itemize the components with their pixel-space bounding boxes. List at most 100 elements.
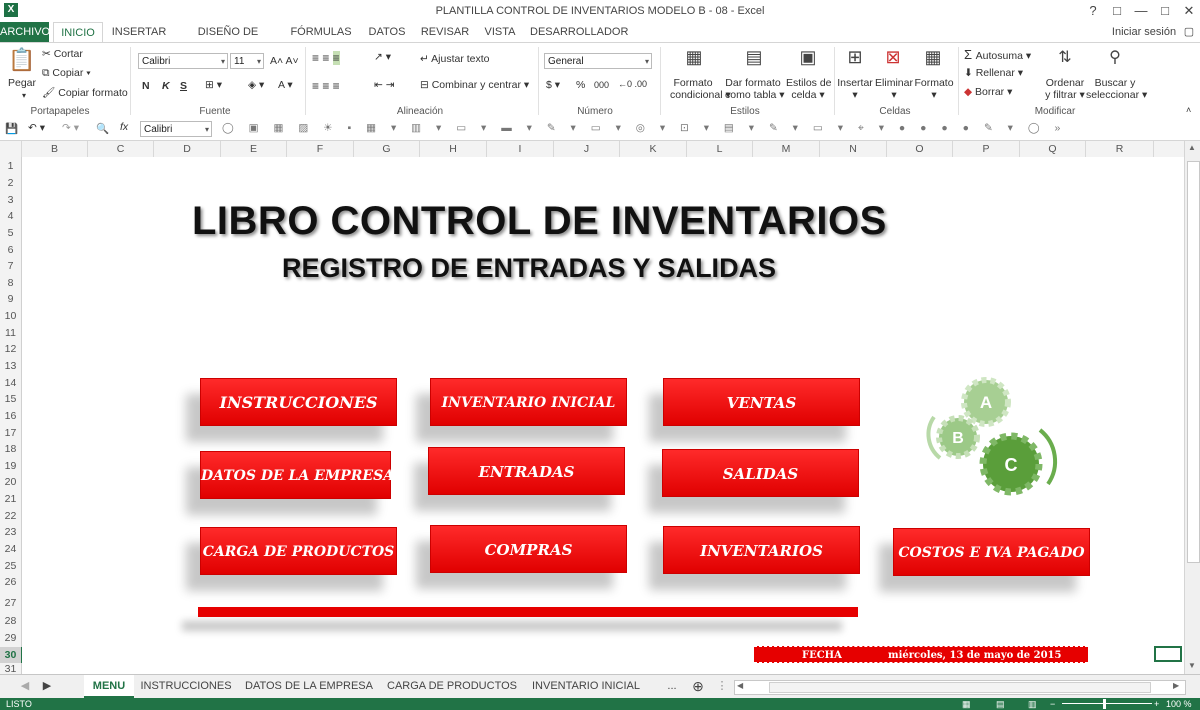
- sheet-tab-carga-productos[interactable]: CARGA DE PRODUCTOS: [384, 675, 520, 698]
- row-header[interactable]: 6: [0, 242, 21, 258]
- row-header[interactable]: 13: [0, 358, 21, 374]
- print-preview-icon[interactable]: 🔍: [96, 122, 109, 135]
- scroll-up-icon[interactable]: ▲: [1188, 143, 1196, 152]
- salidas-button[interactable]: SALIDAS: [662, 449, 859, 497]
- column-header[interactable]: L: [687, 141, 753, 157]
- maximize-button[interactable]: □: [1154, 2, 1176, 20]
- row-header-selected[interactable]: 30: [0, 647, 23, 663]
- column-header[interactable]: B: [22, 141, 88, 157]
- scrollbar-thumb[interactable]: [1187, 161, 1200, 563]
- row-header[interactable]: 15: [0, 391, 21, 407]
- format-cells-button[interactable]: Formato ▾: [914, 77, 954, 101]
- sheet-tab-instrucciones[interactable]: INSTRUCCIONES: [138, 675, 234, 698]
- collapse-ribbon-icon[interactable]: ˄: [1186, 105, 1191, 115]
- bold-button[interactable]: N: [142, 80, 150, 92]
- qat-font-select[interactable]: Calibri ▾: [140, 121, 212, 137]
- row-header[interactable]: 11: [0, 325, 21, 341]
- sheet-tab-datos-empresa[interactable]: DATOS DE LA EMPRESA: [240, 675, 378, 698]
- prev-sheet-icon[interactable]: ◀: [18, 675, 32, 698]
- tab-revisar[interactable]: REVISAR: [420, 22, 470, 42]
- signin-link[interactable]: Iniciar sesión: [1110, 22, 1178, 42]
- row-header[interactable]: 12: [0, 341, 21, 357]
- borders-icon[interactable]: ⊞ ▾: [205, 79, 222, 91]
- zoom-in-icon[interactable]: +: [1154, 698, 1159, 710]
- row-header[interactable]: 16: [0, 408, 21, 424]
- worksheet[interactable]: LIBRO CONTROL DE INVENTARIOS REGISTRO DE…: [22, 157, 1184, 674]
- account-icon[interactable]: ▢: [1180, 22, 1198, 42]
- row-header[interactable]: 26: [0, 574, 21, 590]
- clear-button[interactable]: ◆ Borrar ▾: [964, 86, 1012, 98]
- zoom-out-icon[interactable]: −: [1050, 698, 1055, 710]
- column-header[interactable]: C: [88, 141, 154, 157]
- row-header[interactable]: 24: [0, 541, 21, 557]
- tab-datos[interactable]: DATOS: [364, 22, 410, 42]
- function-icon[interactable]: fx: [120, 121, 128, 133]
- ribbon-display-icon[interactable]: □: [1106, 2, 1128, 20]
- inventarios-button[interactable]: INVENTARIOS: [663, 526, 860, 574]
- ventas-button[interactable]: VENTAS: [663, 378, 860, 426]
- decimal-icon[interactable]: ←0 .00: [618, 79, 647, 89]
- scroll-down-icon[interactable]: ▼: [1188, 661, 1196, 670]
- tab-insertar[interactable]: INSERTAR: [110, 22, 168, 42]
- copy-button[interactable]: ⧉ Copiar ▾: [42, 67, 91, 80]
- fill-color-icon[interactable]: ◈ ▾: [248, 79, 264, 91]
- horizontal-scrollbar[interactable]: ◀ ▶: [734, 680, 1186, 695]
- tab-vista[interactable]: VISTA: [480, 22, 520, 42]
- format-painter-button[interactable]: 🖌 Copiar formato: [42, 86, 128, 99]
- compras-button[interactable]: COMPRAS: [430, 525, 627, 573]
- align-top-icon[interactable]: ≡ ≡ ≡: [312, 51, 340, 65]
- row-header[interactable]: 29: [0, 630, 21, 646]
- orientation-icon[interactable]: ↗ ▾: [374, 51, 391, 63]
- row-header[interactable]: 22: [0, 508, 21, 524]
- column-header[interactable]: K: [620, 141, 687, 157]
- font-size-select[interactable]: 11 ▾: [230, 53, 264, 69]
- redo-icon[interactable]: ↷ ▾: [62, 122, 79, 134]
- sort-filter-button[interactable]: Ordenar y filtrar ▾: [1042, 77, 1088, 101]
- row-header[interactable]: 14: [0, 375, 21, 391]
- scroll-right-icon[interactable]: ▶: [1173, 681, 1179, 690]
- row-header[interactable]: 17: [0, 425, 21, 441]
- add-sheet-icon[interactable]: ⊕: [688, 675, 708, 698]
- more-sheets-button[interactable]: ...: [662, 675, 682, 698]
- fill-button[interactable]: ⬇ Rellenar ▾: [964, 67, 1023, 79]
- row-header[interactable]: 2: [0, 175, 21, 191]
- row-header[interactable]: 9: [0, 291, 21, 307]
- row-header[interactable]: 1: [0, 158, 21, 174]
- format-cells-icon[interactable]: ▦: [920, 47, 946, 68]
- currency-icon[interactable]: $ ▾: [546, 79, 560, 91]
- format-table-button[interactable]: Dar formato como tabla ▾: [725, 77, 785, 101]
- grow-font-icon[interactable]: A˄ A˅: [270, 55, 299, 67]
- row-header[interactable]: 10: [0, 308, 21, 324]
- save-icon[interactable]: 💾: [5, 122, 18, 135]
- cell-styles-button[interactable]: Estilos de celda ▾: [786, 77, 832, 101]
- row-header[interactable]: 25: [0, 558, 21, 574]
- row-header[interactable]: 8: [0, 275, 21, 291]
- toolbar-icons[interactable]: ◯ ▣ ▦ ▨ ☀ ▪ ▦ ▾ ▥ ▾ ▭ ▾ ▬ ▾ ✎ ▾ ▭ ▾ ◎ ▾ …: [222, 122, 1066, 135]
- scroll-left-icon[interactable]: ◀: [737, 681, 743, 690]
- paste-icon[interactable]: 📋: [8, 47, 35, 73]
- next-sheet-icon[interactable]: ▶: [40, 675, 54, 698]
- underline-button[interactable]: S: [180, 80, 187, 92]
- close-button[interactable]: ✕: [1178, 2, 1200, 20]
- zoom-slider-thumb[interactable]: [1103, 699, 1106, 709]
- autosum-button[interactable]: Σ Autosuma ▾: [964, 47, 1031, 62]
- row-header[interactable]: 23: [0, 524, 21, 540]
- tab-diseno[interactable]: DISEÑO DE PÁGINA: [178, 22, 278, 58]
- row-header[interactable]: 31: [0, 664, 21, 674]
- thousands-button[interactable]: 000: [594, 80, 609, 90]
- tab-archivo[interactable]: ARCHIVO: [0, 22, 50, 42]
- row-header[interactable]: 5: [0, 225, 21, 241]
- carga-productos-button[interactable]: CARGA DE PRODUCTOS: [200, 527, 397, 575]
- row-header[interactable]: 18: [0, 441, 21, 457]
- datos-empresa-button[interactable]: DATOS DE LA EMPRESA: [200, 451, 394, 499]
- paste-button[interactable]: Pegar: [8, 77, 36, 89]
- minimize-button[interactable]: —: [1130, 2, 1152, 20]
- column-header[interactable]: F: [287, 141, 354, 157]
- tab-formulas[interactable]: FÓRMULAS: [288, 22, 354, 42]
- sheet-tab-inventario-inicial[interactable]: INVENTARIO INICIAL: [526, 675, 646, 698]
- find-select-button[interactable]: Buscar y seleccionar ▾: [1086, 77, 1147, 101]
- normal-view-icon[interactable]: ▦: [962, 698, 971, 710]
- column-header[interactable]: G: [354, 141, 420, 157]
- column-header[interactable]: M: [753, 141, 820, 157]
- column-header[interactable]: E: [221, 141, 287, 157]
